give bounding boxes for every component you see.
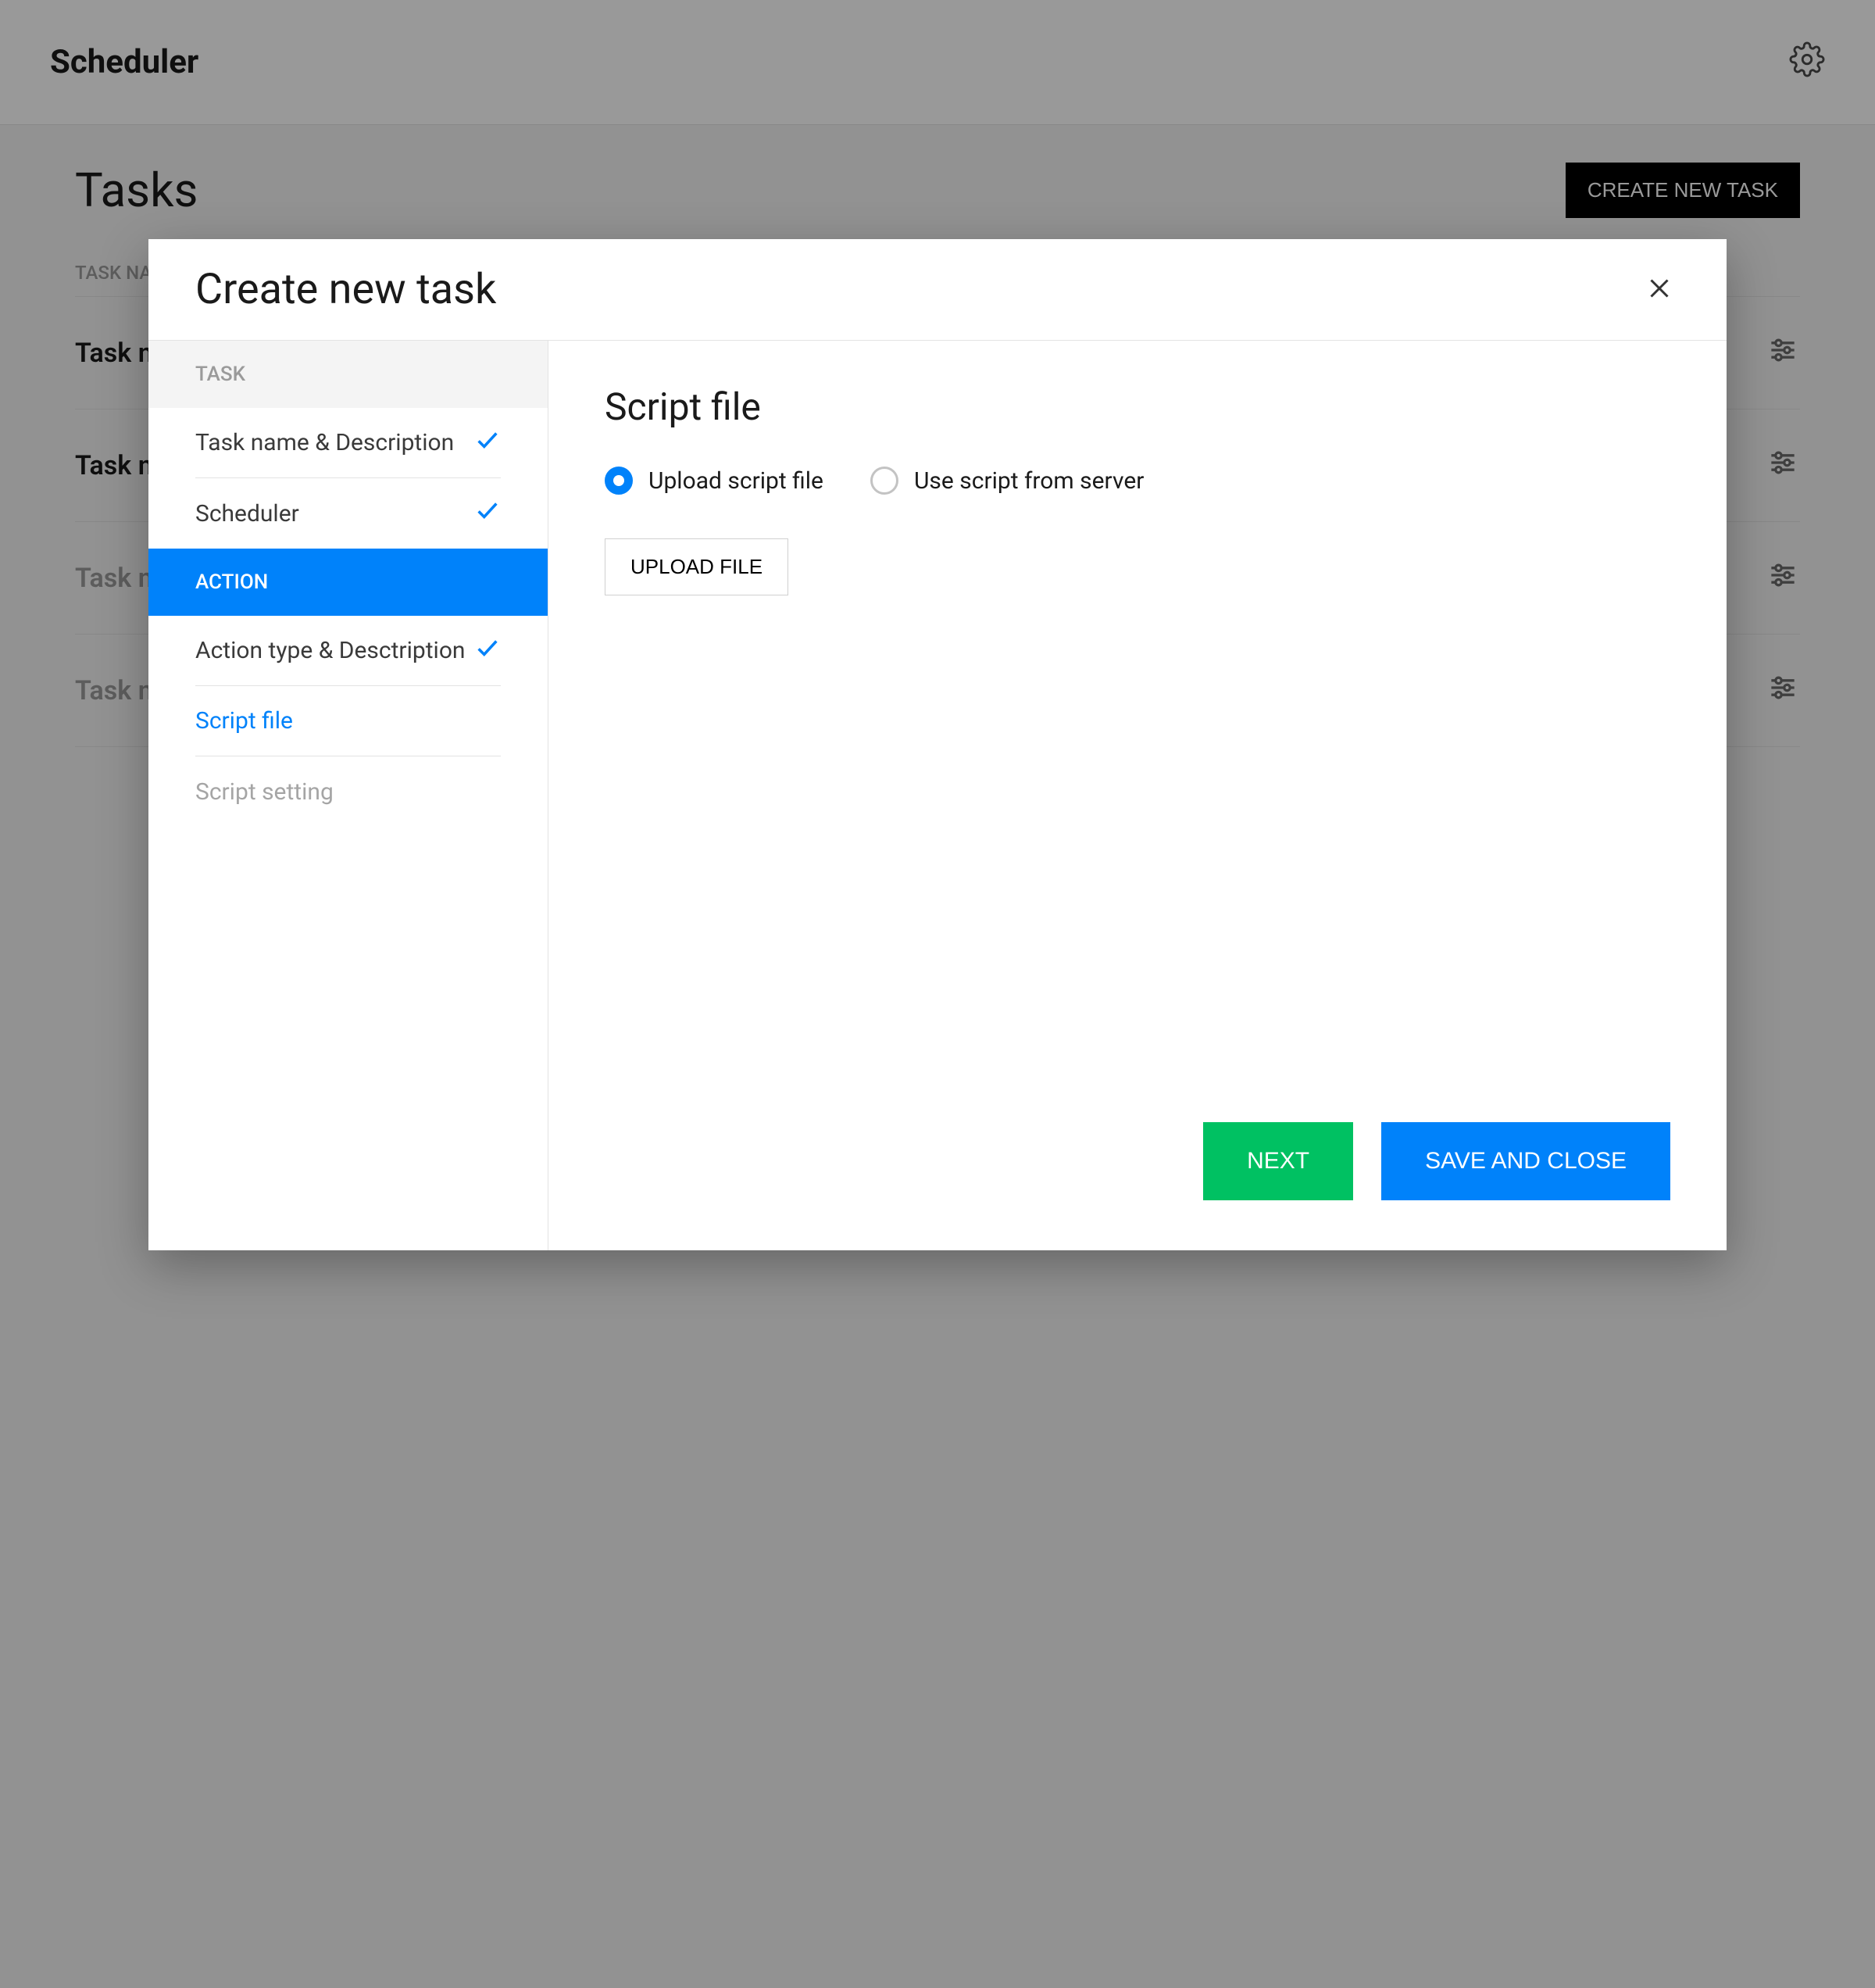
create-task-modal: Create new task TASK Task name & Descrip… [148,239,1727,1250]
panel-footer: NEXT SAVE AND CLOSE [605,1122,1670,1207]
wizard-step-task-name[interactable]: Task name & Description [195,408,501,478]
check-icon [474,497,501,530]
wizard-step-action-type[interactable]: Action type & Desctription [195,616,501,686]
script-file-panel: Script file Upload script file Use scrip… [548,341,1727,1250]
wizard-step-label: Script setting [195,778,334,806]
next-button[interactable]: NEXT [1203,1122,1353,1200]
modal-header: Create new task [148,239,1727,341]
wizard-step-label: Scheduler [195,500,299,527]
wizard-step-label: Action type & Desctription [195,637,466,664]
wizard-section-action: ACTION [148,549,548,616]
wizard-step-label: Script file [195,707,293,735]
wizard-step-scheduler[interactable]: Scheduler [195,478,501,549]
wizard-nav: TASK Task name & Description Scheduler A… [148,341,548,1250]
modal-overlay[interactable]: Create new task TASK Task name & Descrip… [0,0,1875,1988]
radio-label: Upload script file [648,467,823,495]
wizard-step-label: Task name & Description [195,429,454,456]
script-source-radio-group: Upload script file Use script from serve… [605,467,1670,495]
radio-icon [605,467,633,495]
check-icon [474,427,501,459]
wizard-step-script-file[interactable]: Script file [195,686,501,756]
check-icon [474,635,501,667]
wizard-section-task: TASK [148,341,548,408]
radio-label: Use script from server [914,467,1144,495]
upload-file-button[interactable]: UPLOAD FILE [605,538,788,595]
close-icon [1645,274,1673,302]
wizard-group-task: Task name & Description Scheduler [148,408,548,549]
radio-server-script[interactable]: Use script from server [870,467,1144,495]
modal-body: TASK Task name & Description Scheduler A… [148,341,1727,1250]
wizard-step-script-setting[interactable]: Script setting [195,756,501,827]
panel-title: Script file [605,384,1670,429]
close-button[interactable] [1639,268,1680,311]
wizard-group-action: Action type & Desctription Script file S… [148,616,548,827]
save-and-close-button[interactable]: SAVE AND CLOSE [1381,1122,1670,1200]
radio-upload-script[interactable]: Upload script file [605,467,823,495]
modal-title: Create new task [195,265,496,314]
radio-icon [870,467,898,495]
